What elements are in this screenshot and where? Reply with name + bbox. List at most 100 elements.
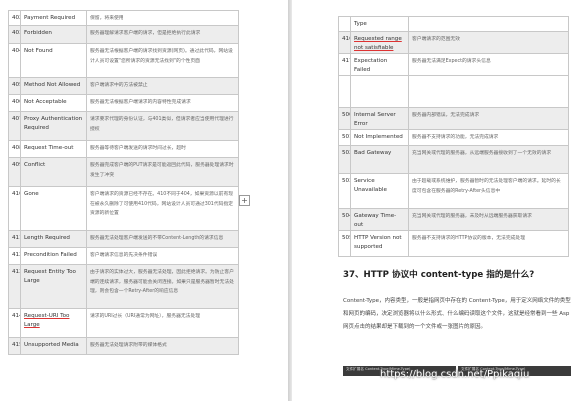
status-row: 406Not Acceptable服务器无法根据客户端请求的内容特性完成请求 xyxy=(8,94,239,112)
status-desc-cell: 服务器等待客户端发送的请求时间过长，超时 xyxy=(86,140,239,158)
status-code-cell: 500 xyxy=(338,107,351,130)
status-row: 402Payment Required保留，将来使用 xyxy=(8,10,239,26)
status-row: 413Request Entity Too Large由于请求的实体过大，服务器… xyxy=(8,264,239,309)
status-row: 415Unsupported Media服务器无法处理请求附带的媒体格式 xyxy=(8,337,239,355)
status-code-cell: 404 xyxy=(8,43,21,78)
status-row: 407Proxy Authentication Required请求要求代理的身… xyxy=(8,111,239,141)
status-row: 417Expectation Failed服务器无法满足Expect的请求头信息 xyxy=(338,53,569,76)
status-name-cell: Method Not Allowed xyxy=(20,77,87,95)
status-code-cell: 403 xyxy=(8,25,21,44)
status-code-cell: 412 xyxy=(8,247,21,265)
status-name-cell: Payment Required xyxy=(20,10,87,26)
status-desc-cell: 充当网关或代理的服务器，未及时从远端服务器获取请求 xyxy=(408,208,569,231)
status-desc-cell: 服务器内部错误，无法完成请求 xyxy=(408,107,569,130)
status-name-cell: Gone xyxy=(20,186,87,231)
status-row: Type xyxy=(338,16,569,32)
status-code-table-right: Type416Requested range not satisfiable客户… xyxy=(338,16,569,257)
status-row: 403Forbidden服务器理解请求客户端的请求，但是拒绝执行此请求 xyxy=(8,25,239,44)
status-desc-cell: 服务器无法处理客户端发送的不带Content-Length的请求信息 xyxy=(86,230,239,248)
status-row: 408Request Time-out服务器等待客户端发送的请求时间过长，超时 xyxy=(8,140,239,158)
status-row: 404Not Found服务器无法根据客户端的请求找到资源(网页)。通过此代码，… xyxy=(8,43,239,78)
status-name-cell: Forbidden xyxy=(20,25,87,44)
status-desc-cell: 客户端请求的资源已经不存在。410不同于404，如果资源以前有现在被永久删除了可… xyxy=(86,186,239,231)
status-desc-cell: 客户端请求中的方法被禁止 xyxy=(86,77,239,95)
content-type-paragraph: Content-Type，内容类型，一般是指网页中存在的 Content-Typ… xyxy=(343,298,571,330)
status-desc-cell: 请求的URI过长（URI通常为网址），服务器无法处理 xyxy=(86,308,239,338)
status-row: 414Request-URI Too Large请求的URI过长（URI通常为网… xyxy=(8,308,239,338)
status-desc-cell xyxy=(408,16,569,32)
status-row: 411Length Required服务器无法处理客户端发送的不带Content… xyxy=(8,230,239,248)
status-name-cell: Unsupported Media xyxy=(20,337,87,355)
status-desc-cell: 服务器无法处理请求附带的媒体格式 xyxy=(86,337,239,355)
status-desc-cell: 保留，将来使用 xyxy=(86,10,239,26)
status-code-cell: 406 xyxy=(8,94,21,112)
status-desc-cell: 服务器无法根据客户端请求的内容特性完成请求 xyxy=(86,94,239,112)
status-name-cell: Request-URI Too Large xyxy=(20,308,87,338)
status-code-cell: 505 xyxy=(338,230,351,257)
status-desc-cell: 客户端请求的范围无效 xyxy=(408,31,569,54)
status-code-cell: 416 xyxy=(338,31,351,54)
status-name-cell: Service Unavailable xyxy=(350,173,409,209)
status-name-cell: Not Found xyxy=(20,43,87,78)
status-code-table-left: 402Payment Required保留，将来使用403Forbidden服务… xyxy=(8,10,239,355)
status-code-cell: 409 xyxy=(8,157,21,187)
watermark-url: https://blog.csdn.net/Ppikaqiu xyxy=(380,369,530,380)
status-row: 416Requested range not satisfiable客户端请求的… xyxy=(338,31,569,54)
status-name-cell: Type xyxy=(350,16,409,32)
status-name-cell: Expectation Failed xyxy=(350,53,409,76)
status-name-cell: Request Entity Too Large xyxy=(20,264,87,309)
status-desc-cell: 由于超载或系统维护，服务器暂时的无法处理客户端的请求。延时的长度可包含在服务器的… xyxy=(408,173,569,209)
status-name-cell: Internal Server Error xyxy=(350,107,409,130)
status-desc-cell: 充当网关或代理的服务器，从远端服务器接收到了一个无效的请求 xyxy=(408,145,569,174)
status-name-cell: Proxy Authentication Required xyxy=(20,111,87,141)
status-row: 409Conflict服务器完成客户端的PUT请求是可能返回此代码，服务器处理请… xyxy=(8,157,239,187)
status-desc-cell: 服务器完成客户端的PUT请求是可能返回此代码，服务器处理请求时发生了冲突 xyxy=(86,157,239,187)
status-code-cell: 503 xyxy=(338,173,351,209)
status-name-cell: Conflict xyxy=(20,157,87,187)
status-code-cell: 413 xyxy=(8,264,21,309)
status-row: 410Gone客户端请求的资源已经不存在。410不同于404，如果资源以前有现在… xyxy=(8,186,239,231)
status-name-cell: Bad Gateway xyxy=(350,145,409,174)
status-desc-cell: 服务器不支持请求的HTTP协议的版本，无法完成处理 xyxy=(408,230,569,257)
status-desc-cell: 服务器无法满足Expect的请求头信息 xyxy=(408,53,569,76)
status-desc-cell: 请求要求代理的身份认证，与401类似，但请求者应当使用代理进行授权 xyxy=(86,111,239,141)
status-code-cell: 408 xyxy=(8,140,21,158)
status-row: 501Not Implemented服务器不支持请求的功能，无法完成请求 xyxy=(338,129,569,146)
status-code-cell: 410 xyxy=(8,186,21,231)
status-row: 505HTTP Version not supported服务器不支持请求的HT… xyxy=(338,230,569,257)
status-code-cell: 502 xyxy=(338,145,351,174)
status-row: 500Internal Server Error服务器内部错误，无法完成请求 xyxy=(338,107,569,130)
status-name-cell: Precondition Failed xyxy=(20,247,87,265)
status-code-cell: 501 xyxy=(338,129,351,146)
status-code-cell xyxy=(338,16,351,32)
status-code-cell: 407 xyxy=(8,111,21,141)
status-code-cell: 405 xyxy=(8,77,21,95)
status-name-cell: Length Required xyxy=(20,230,87,248)
status-code-cell: 415 xyxy=(8,337,21,355)
status-desc-cell: 客户端请求信息的先决条件错误 xyxy=(86,247,239,265)
status-row: 502Bad Gateway充当网关或代理的服务器，从远端服务器接收到了一个无效… xyxy=(338,145,569,174)
document-page-right: Type416Requested range not satisfiable客户… xyxy=(292,0,583,401)
status-desc-cell xyxy=(408,75,569,108)
status-row xyxy=(338,75,569,108)
status-desc-cell: 服务器无法根据客户端的请求找到资源(网页)。通过此代码，网站设计人员可设置"您所… xyxy=(86,43,239,78)
status-name-cell: HTTP Version not supported xyxy=(350,230,409,257)
add-page-icon[interactable]: + xyxy=(239,195,250,206)
status-row: 405Method Not Allowed客户端请求中的方法被禁止 xyxy=(8,77,239,95)
status-desc-cell: 服务器不支持请求的功能，无法完成请求 xyxy=(408,129,569,146)
status-row: 412Precondition Failed客户端请求信息的先决条件错误 xyxy=(8,247,239,265)
status-name-cell: Request Time-out xyxy=(20,140,87,158)
status-code-cell: 411 xyxy=(8,230,21,248)
section-title: 37、HTTP 协议中 content-type 指的是什么? xyxy=(343,270,535,280)
status-row: 503Service Unavailable由于超载或系统维护，服务器暂时的无法… xyxy=(338,173,569,209)
status-desc-cell: 由于请求的实体过大，服务器无法处理，因此拒绝请求。为防止客户端的连续请求，服务器… xyxy=(86,264,239,309)
status-name-cell: Not Acceptable xyxy=(20,94,87,112)
status-name-cell xyxy=(350,75,409,108)
status-code-cell xyxy=(338,75,351,108)
status-row: 504Gateway Time-out充当网关或代理的服务器，未及时从远端服务器… xyxy=(338,208,569,231)
status-code-cell: 414 xyxy=(8,308,21,338)
status-name-cell: Requested range not satisfiable xyxy=(350,31,409,54)
status-code-cell: 504 xyxy=(338,208,351,231)
status-name-cell: Not Implemented xyxy=(350,129,409,146)
status-desc-cell: 服务器理解请求客户端的请求，但是拒绝执行此请求 xyxy=(86,25,239,44)
